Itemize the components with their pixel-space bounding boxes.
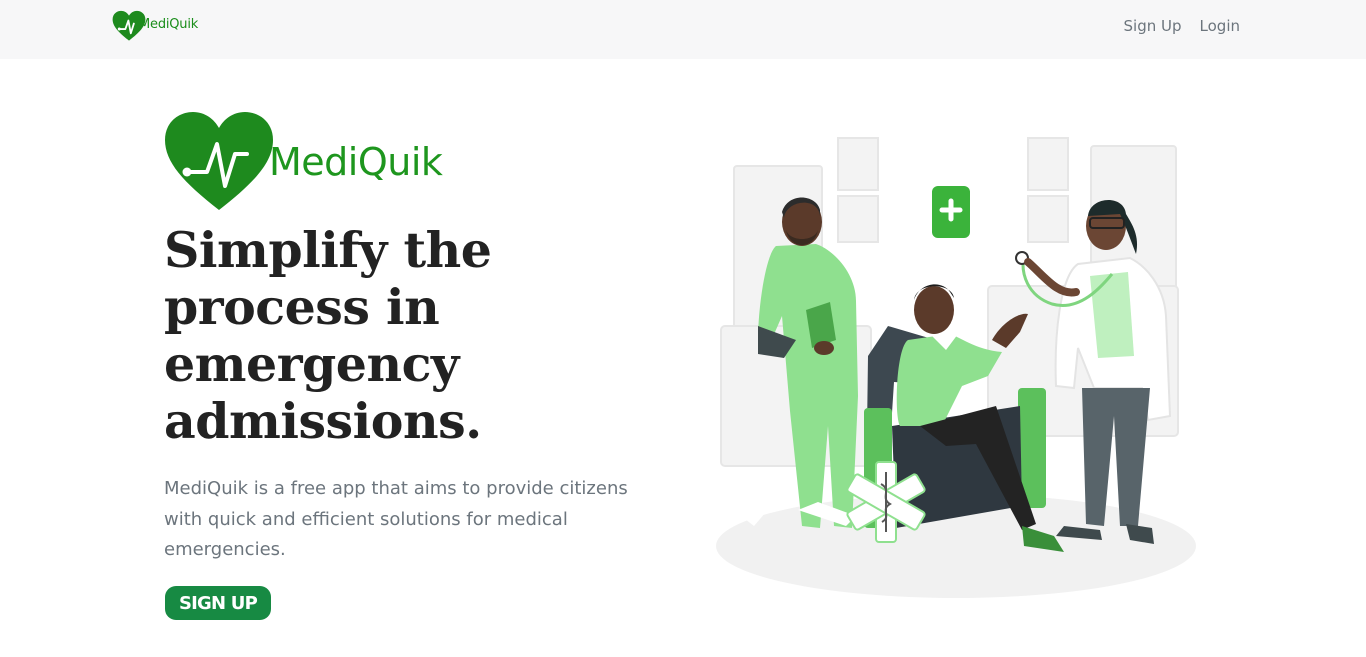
navbar-brand-logo[interactable]: MediQuik (112, 9, 198, 43)
navbar-brand-text: MediQuik (139, 16, 199, 32)
hero-logo: MediQuik (163, 110, 443, 215)
nav-link-login[interactable]: Login (1200, 17, 1240, 35)
hero-headline: Simplify the process in emergency admiss… (164, 221, 492, 450)
medical-cross-icon (932, 186, 970, 238)
medical-staff-illustration (716, 137, 1196, 598)
heart-ecg-logo-icon (165, 112, 273, 210)
navbar: MediQuik Sign Up Login (0, 0, 1366, 59)
nav-link-sign-up[interactable]: Sign Up (1124, 17, 1182, 35)
sign-up-button[interactable]: SIGN UP (165, 586, 271, 620)
hero-description: MediQuik is a free app that aims to prov… (164, 478, 628, 560)
hero-logo-text: MediQuik (269, 140, 443, 184)
navbar-links: Sign Up Login (1124, 17, 1240, 35)
